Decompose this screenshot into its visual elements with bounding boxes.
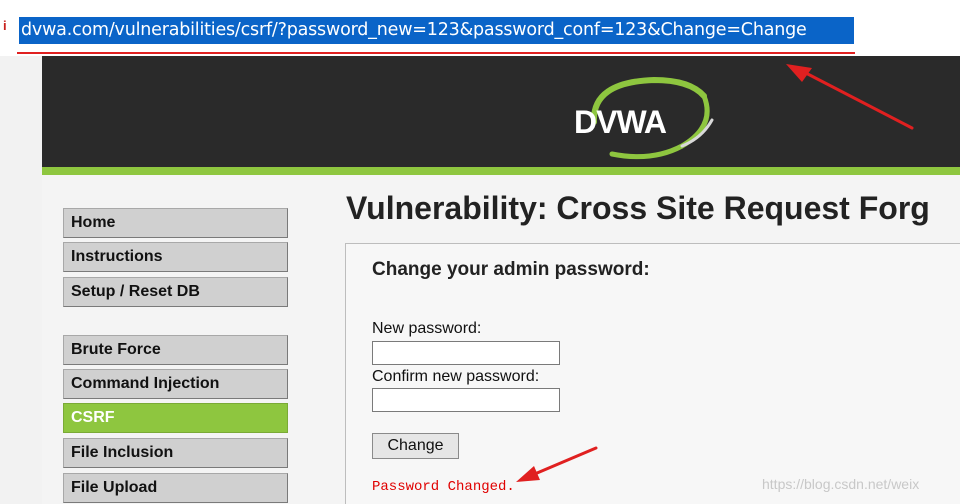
annotation-arrow-url (786, 64, 914, 130)
status-message: Password Changed. (372, 479, 515, 495)
new-password-label: New password: (372, 320, 482, 337)
new-password-input[interactable] (372, 341, 560, 365)
watermark-text: https://blog.csdn.net/weix (762, 476, 920, 492)
header-accent-line (42, 167, 960, 175)
change-button[interactable]: Change (372, 433, 459, 459)
sidebar-item-brute-force[interactable]: Brute Force (63, 335, 288, 365)
annotation-arrow-message (516, 446, 598, 482)
address-bar[interactable]: i dvwa.com/vulnerabilities/csrf/?passwor… (0, 0, 960, 56)
dvwa-logo[interactable]: DVWA (566, 76, 726, 160)
sidebar-item-file-upload[interactable]: File Upload (63, 473, 288, 503)
sidebar-item-home[interactable]: Home (63, 208, 288, 238)
sidebar-item-instructions[interactable]: Instructions (63, 242, 288, 272)
sidebar-item-file-inclusion[interactable]: File Inclusion (63, 438, 288, 468)
sidebar-item-csrf[interactable]: CSRF (63, 403, 288, 433)
sidebar-item-setup-reset-db[interactable]: Setup / Reset DB (63, 277, 288, 307)
sidebar-item-command-injection[interactable]: Command Injection (63, 369, 288, 399)
form-title: Change your admin password: (372, 259, 650, 280)
page-info-icon[interactable]: i (3, 19, 9, 33)
page-title: Vulnerability: Cross Site Request Forg (346, 190, 930, 226)
left-frame-strip (0, 56, 42, 504)
confirm-password-input[interactable] (372, 388, 560, 412)
annotation-underline (17, 52, 855, 54)
logo-text: DVWA (574, 104, 667, 140)
confirm-password-label: Confirm new password: (372, 368, 540, 385)
url-text[interactable]: dvwa.com/vulnerabilities/csrf/?password_… (21, 19, 807, 42)
